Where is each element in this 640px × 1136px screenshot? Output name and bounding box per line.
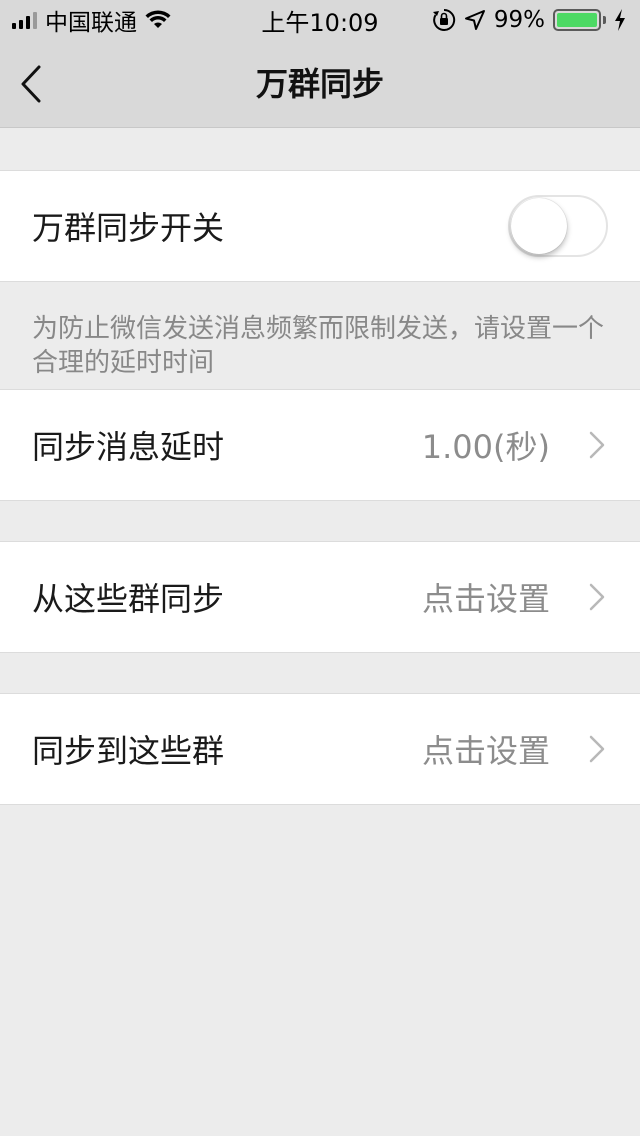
- status-right: 99%: [432, 7, 626, 33]
- nav-bar: 万群同步: [0, 40, 640, 128]
- signal-icon: [12, 11, 37, 29]
- carrier-label: 中国联通: [45, 10, 137, 36]
- delay-label: 同步消息延时: [32, 428, 225, 466]
- to-groups-row[interactable]: 同步到这些群 点击设置: [0, 693, 640, 805]
- delay-row[interactable]: 同步消息延时 1.00(秒): [0, 389, 640, 501]
- status-bar: 中国联通 上午10:09 99%: [0, 0, 640, 40]
- toggle-knob: [511, 198, 567, 254]
- to-groups-value: 点击设置: [421, 732, 550, 770]
- from-groups-row[interactable]: 从这些群同步 点击设置: [0, 541, 640, 653]
- to-groups-label: 同步到这些群: [32, 732, 225, 770]
- battery-percent: 99%: [493, 7, 545, 33]
- sync-switch-row: 万群同步开关: [0, 170, 640, 282]
- page-title: 万群同步: [255, 65, 384, 103]
- status-left: 中国联通: [12, 3, 171, 37]
- chevron-left-icon: [21, 65, 41, 103]
- screen: 中国联通 上午10:09 99% 万群同步 万群同步开关 为防止微信发送消息频繁…: [0, 0, 640, 1136]
- orientation-lock-icon: [432, 8, 456, 31]
- sync-switch-label: 万群同步开关: [32, 209, 225, 247]
- sync-toggle[interactable]: [508, 195, 608, 257]
- chevron-right-icon: [589, 735, 605, 763]
- from-groups-value: 点击设置: [421, 580, 550, 618]
- from-groups-label: 从这些群同步: [32, 580, 225, 618]
- charging-icon: [615, 9, 625, 31]
- delay-value: 1.00(秒): [421, 428, 550, 466]
- battery-fill: [557, 13, 597, 27]
- chevron-right-icon: [589, 431, 605, 459]
- battery-icon: [553, 9, 606, 31]
- back-button[interactable]: [20, 54, 80, 114]
- wifi-icon: [145, 10, 171, 28]
- location-icon: [464, 10, 485, 30]
- delay-hint-text: 为防止微信发送消息频繁而限制发送，请设置一个合理的延时时间: [32, 314, 605, 378]
- chevron-right-icon: [589, 583, 605, 611]
